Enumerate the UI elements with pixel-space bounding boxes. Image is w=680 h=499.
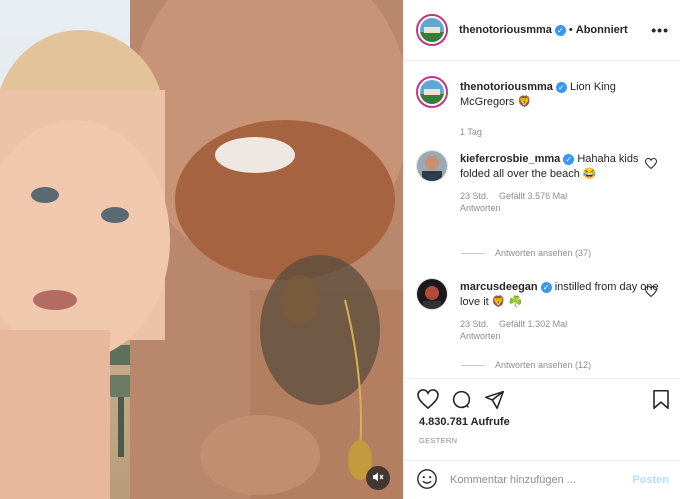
heart-icon[interactable] [417, 389, 439, 412]
comment-input[interactable] [450, 474, 620, 486]
post-date[interactable]: GESTERN [419, 436, 457, 445]
speaker-muted-icon [372, 471, 384, 486]
caption-avatar[interactable] [416, 76, 448, 108]
commenter-username-link[interactable]: kiefercrosbie_mma [460, 153, 560, 165]
comment-time[interactable]: 23 Std. [460, 191, 489, 201]
commenter-avatar[interactable] [416, 278, 448, 310]
author-username-link[interactable]: thenotoriousmma [459, 24, 552, 36]
smiley-icon[interactable] [416, 468, 438, 493]
post-header: thenotoriousmma ✓ • Abonniert ••• [404, 0, 680, 61]
view-count[interactable]: 4.830.781 Aufrufe [419, 416, 510, 428]
header-separator: • [568, 24, 573, 36]
comment-time[interactable]: 23 Std. [460, 319, 489, 329]
replies-divider [461, 364, 485, 366]
post-comment-button[interactable]: Posten [632, 474, 669, 486]
following-button[interactable]: Abonniert [576, 24, 628, 36]
caption-username-link[interactable]: thenotoriousmma [460, 81, 553, 93]
author-avatar[interactable] [416, 14, 448, 46]
commenter-username-link[interactable]: marcusdeegan [460, 281, 538, 293]
verified-badge-icon: ✓ [540, 281, 552, 293]
view-replies-label: Antworten ansehen (37) [495, 248, 592, 258]
verified-badge-icon: ✓ [554, 24, 566, 36]
comment-like-heart-icon[interactable] [644, 157, 658, 172]
reply-link[interactable]: Antworten [460, 202, 660, 214]
view-replies-toggle[interactable]: Antworten ansehen (37) [461, 248, 591, 258]
comment-bubble-icon[interactable] [451, 389, 472, 413]
comment-likes[interactable]: Gefällt 3.576 Mal [499, 191, 567, 201]
reply-link[interactable]: Antworten [460, 330, 660, 342]
comment-likes[interactable]: Gefällt 1.302 Mal [499, 319, 567, 329]
comment-like-heart-icon[interactable] [644, 285, 658, 300]
mute-button[interactable] [366, 466, 390, 490]
replies-divider [461, 252, 485, 254]
comment-item: marcusdeegan ✓ instilled from day one lov… [416, 278, 660, 342]
more-options-icon[interactable]: ••• [651, 22, 669, 38]
add-comment-bar: Posten [404, 460, 680, 499]
caption-time[interactable]: 1 Tag [460, 127, 482, 137]
post-side-panel: thenotoriousmma ✓ • Abonniert ••• thenot… [403, 0, 680, 499]
view-replies-label: Antworten ansehen (12) [495, 360, 592, 370]
paper-plane-icon[interactable] [484, 389, 505, 413]
comments-list[interactable]: thenotoriousmma ✓ Lion King McGregors 🦁 1… [404, 62, 680, 378]
verified-badge-icon: ✓ [555, 81, 567, 93]
caption-row: thenotoriousmma ✓ Lion King McGregors 🦁 1… [416, 76, 660, 138]
comment-item: kiefercrosbie_mma ✓ Hahaha kids folded al… [416, 150, 660, 214]
verified-badge-icon: ✓ [563, 153, 575, 165]
video-frame-image [0, 0, 403, 499]
view-replies-toggle[interactable]: Antworten ansehen (12) [461, 360, 591, 370]
post-video[interactable] [0, 0, 403, 499]
bookmark-icon[interactable] [652, 389, 670, 413]
commenter-avatar[interactable] [416, 150, 448, 182]
